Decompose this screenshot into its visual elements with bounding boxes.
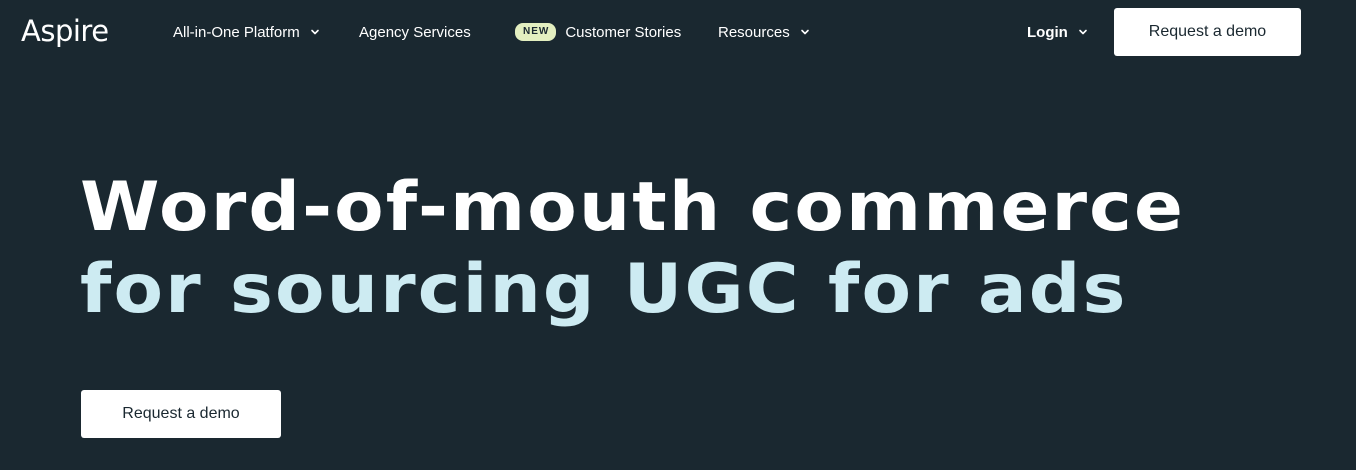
nav-customer-stories[interactable]: NEW Customer Stories (515, 20, 681, 44)
new-badge: NEW (515, 23, 557, 41)
aspire-logo[interactable]: Aspire (21, 13, 109, 49)
header-request-demo-button[interactable]: Request a demo (1114, 8, 1301, 56)
nav-stories-label: Customer Stories (565, 23, 682, 41)
header-request-demo-label: Request a demo (1148, 23, 1267, 40)
page: Aspire All-in-One Platform Agency Servic… (0, 0, 1356, 470)
nav-resources[interactable]: Resources (718, 20, 810, 44)
hero-request-demo-button[interactable]: Request a demo (81, 390, 281, 438)
nav-resources-label: Resources (718, 23, 790, 41)
hero-headline-line-2: for sourcing UGC for ads (80, 250, 1128, 329)
chevron-down-icon (800, 27, 810, 37)
hero-headline-line-1: Word-of-mouth commerce (80, 168, 1186, 247)
hero-request-demo-label: Request a demo (122, 405, 240, 422)
nav-agency-label: Agency Services (359, 23, 471, 41)
nav-agency-services[interactable]: Agency Services (359, 20, 471, 44)
nav-login[interactable]: Login (1027, 20, 1088, 44)
chevron-down-icon (1078, 27, 1088, 37)
nav-login-label: Login (1027, 23, 1068, 41)
nav-platform-label: All-in-One Platform (173, 23, 300, 41)
chevron-down-icon (310, 27, 320, 37)
nav-all-in-one-platform[interactable]: All-in-One Platform (173, 20, 320, 44)
